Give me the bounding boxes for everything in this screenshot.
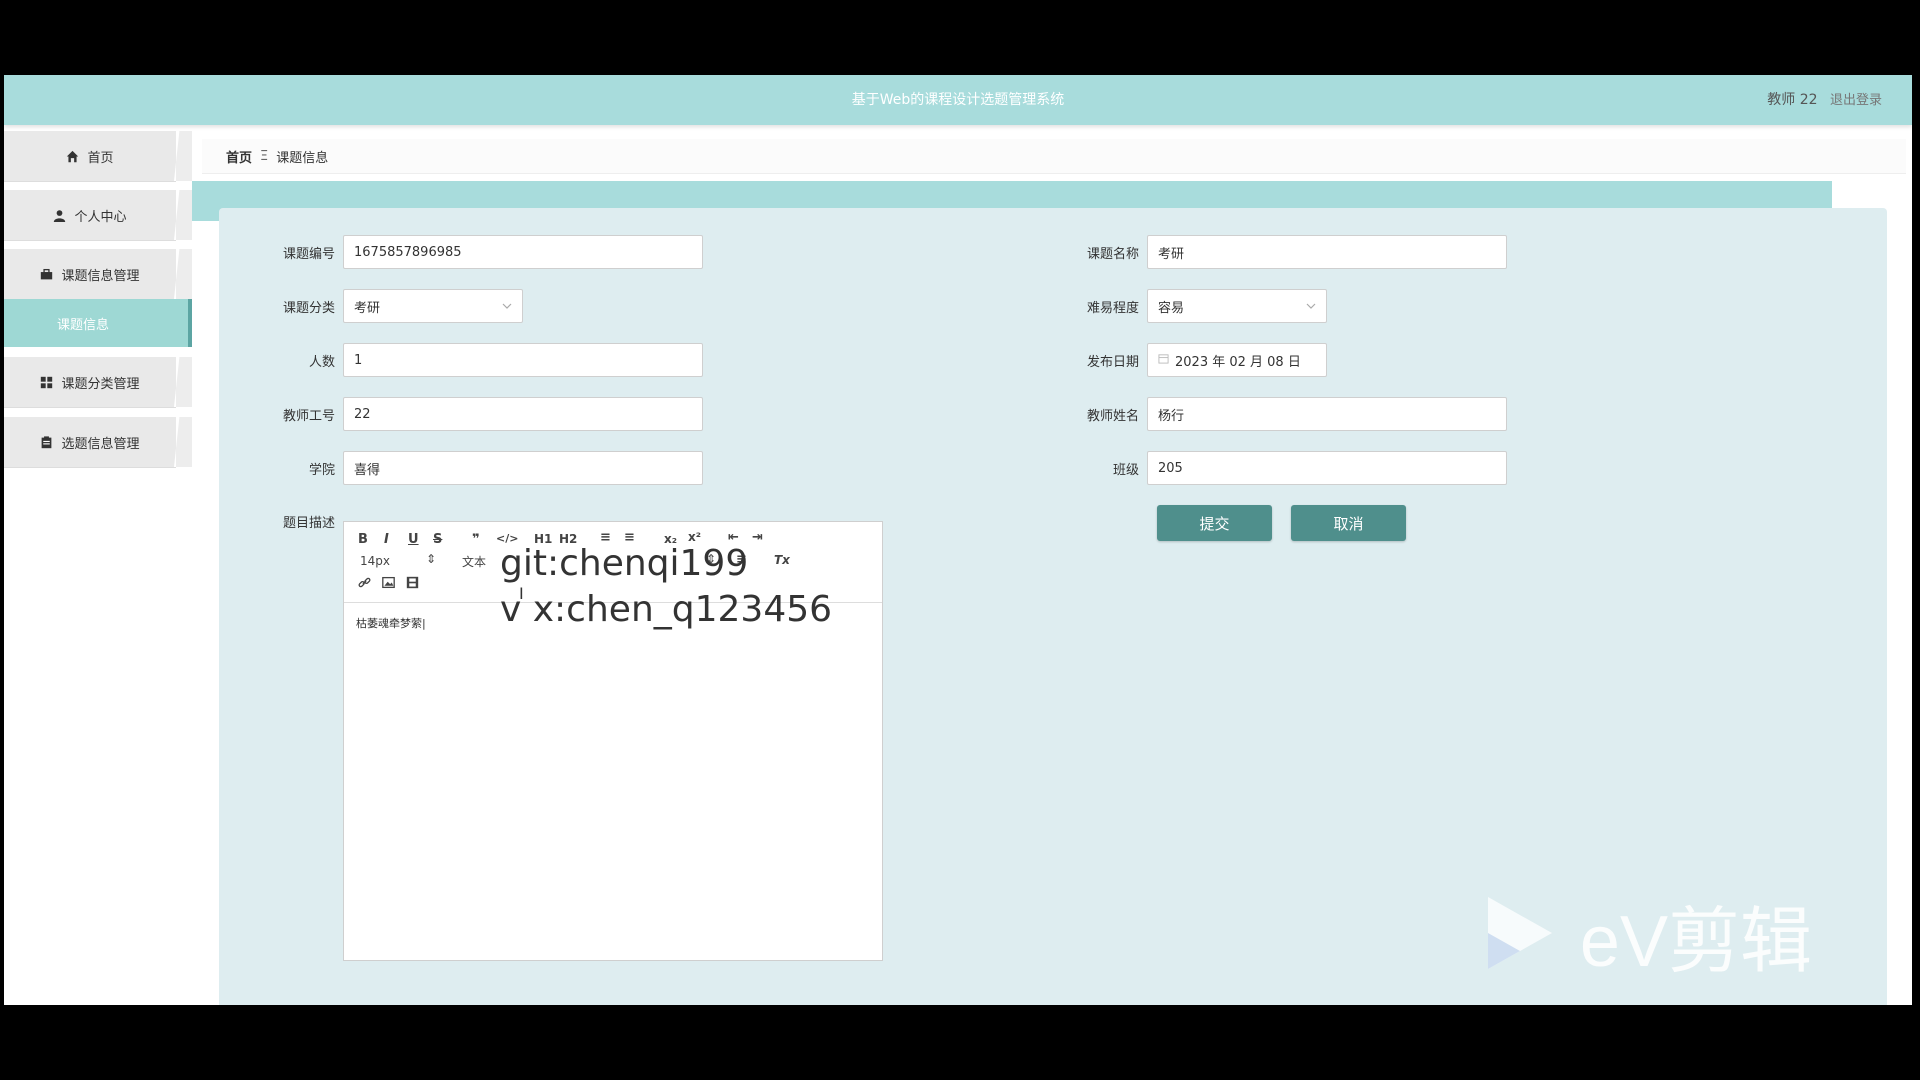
topic-id-label: 课题编号 (282, 246, 335, 262)
sidebar-item-label: 课题信息 (56, 317, 109, 333)
strike-button[interactable]: S (433, 532, 442, 547)
difficulty-select[interactable]: 容易 (1147, 289, 1327, 323)
teacher-name-label: 教师姓名 (1086, 408, 1139, 424)
topic-id-input[interactable]: 1675857896985 (343, 235, 703, 269)
overlay-git-text: git:chenqi199 (500, 543, 749, 584)
sidebar-item-selection-management[interactable]: 选题信息管理 (4, 417, 192, 468)
difficulty-label: 难易程度 (1086, 300, 1139, 316)
top-bar: 基于Web的课程设计选题管理系统 教师 22 退出登录 (4, 75, 1912, 125)
font-size-select[interactable]: 14px (360, 554, 390, 568)
class-input[interactable]: 205 (1147, 451, 1507, 485)
updown-icon: ⇕ (426, 552, 437, 566)
superscript-button[interactable]: x² (688, 530, 701, 544)
clipboard-icon (40, 435, 53, 449)
cancel-button[interactable]: 取消 (1291, 505, 1406, 541)
clear-format-button[interactable]: Tx (774, 553, 790, 567)
count-input[interactable]: 1 (343, 343, 703, 377)
category-row: 课题分类 考研 (259, 289, 523, 323)
publish-date-picker[interactable]: 2023 年 02 月 08 日 (1147, 343, 1327, 377)
teacher-id-row: 教师工号 22 (259, 397, 703, 431)
watermark: eV剪辑 (1480, 882, 1812, 987)
sidebar-item-profile[interactable]: 个人中心 (4, 190, 192, 241)
topic-name-row: 课题名称 考研 (1063, 235, 1507, 269)
breadcrumb-current: 课题信息 (276, 150, 329, 166)
sidebar: 首页 个人中心 课题信息管理 课题信息 课题分类管理 选题信息管理 (4, 131, 192, 1005)
overlay-wechat-text: v x:chen_q123456 (500, 589, 833, 630)
app-title: 基于Web的课程设计选题管理系统 (851, 92, 1065, 108)
topic-name-input[interactable]: 考研 (1147, 235, 1507, 269)
italic-button[interactable]: I (384, 532, 389, 547)
grid-icon (40, 376, 53, 389)
college-label: 学院 (308, 462, 335, 478)
count-row: 人数 1 (259, 343, 703, 377)
chevron-down-icon (502, 300, 512, 315)
category-value: 考研 (354, 300, 381, 316)
logout-link[interactable]: 退出登录 (1830, 93, 1882, 108)
sidebar-item-label: 课题分类管理 (61, 376, 140, 392)
calendar-icon (1158, 353, 1169, 368)
sidebar-item-label: 选题信息管理 (61, 436, 140, 452)
image-icon[interactable] (382, 576, 395, 592)
publish-date-row: 发布日期 2023 年 02 月 08 日 (1063, 343, 1327, 377)
sidebar-item-label: 课题信息管理 (61, 268, 140, 284)
user-icon (53, 209, 66, 222)
college-row: 学院 喜得 (259, 451, 703, 485)
app-window: 基于Web的课程设计选题管理系统 教师 22 退出登录 首页 个人中心 课题信息… (4, 75, 1912, 1005)
topic-name-label: 课题名称 (1086, 246, 1139, 262)
main-content: 首页 Ξ 课题信息 课题编号 1675857896985 课题名称 考研 课题分… (192, 131, 1912, 1005)
sidebar-item-topic-management[interactable]: 课题信息管理 (4, 249, 192, 300)
bold-button[interactable]: B (358, 532, 368, 547)
college-input[interactable]: 喜得 (343, 451, 703, 485)
submit-button[interactable]: 提交 (1157, 505, 1272, 541)
quote-button[interactable]: ❞ (472, 532, 480, 547)
description-label: 题目描述 (282, 516, 335, 531)
class-row: 班级 205 (1063, 451, 1507, 485)
briefcase-icon (40, 268, 53, 281)
breadcrumb: 首页 Ξ 课题信息 (202, 139, 1906, 174)
breadcrumb-home[interactable]: 首页 (226, 147, 252, 166)
sidebar-item-label: 个人中心 (74, 209, 127, 225)
count-label: 人数 (308, 354, 335, 370)
sidebar-item-home[interactable]: 首页 (4, 131, 192, 182)
sidebar-item-topic-info[interactable]: 课题信息 (4, 299, 192, 347)
user-area: 教师 22 退出登录 (1759, 75, 1882, 126)
chevron-down-icon (1306, 300, 1316, 315)
category-select[interactable]: 考研 (343, 289, 523, 323)
watermark-text: eV剪辑 (1579, 902, 1812, 982)
teacher-name-input[interactable]: 杨行 (1147, 397, 1507, 431)
difficulty-row: 难易程度 容易 (1063, 289, 1327, 323)
rich-text-editor: B I U S ❞ </> H1 H2 ≡ ≡ x₂ x² ⇤ ⇥ 14px ⇕ (343, 521, 883, 961)
indent-button[interactable]: ⇥ (752, 530, 763, 545)
teacher-name-row: 教师姓名 杨行 (1063, 397, 1507, 431)
class-label: 班级 (1112, 462, 1139, 478)
topic-id-row: 课题编号 1675857896985 (259, 235, 703, 269)
breadcrumb-separator: Ξ (260, 148, 269, 164)
teacher-id-input[interactable]: 22 (343, 397, 703, 431)
user-name: 教师 22 (1767, 92, 1818, 108)
sidebar-item-category-management[interactable]: 课题分类管理 (4, 357, 192, 408)
publish-date-label: 发布日期 (1086, 354, 1139, 370)
publish-date-value: 2023 年 02 月 08 日 (1175, 354, 1301, 370)
category-label: 课题分类 (282, 300, 335, 316)
link-icon[interactable] (358, 576, 371, 592)
difficulty-value: 容易 (1158, 300, 1185, 316)
underline-button[interactable]: U (408, 532, 419, 547)
sidebar-item-label: 首页 (87, 150, 114, 166)
text-style-select[interactable]: 文本 (462, 553, 486, 570)
home-icon (66, 150, 79, 163)
play-logo-icon (1480, 893, 1560, 977)
video-icon[interactable] (406, 576, 419, 592)
teacher-id-label: 教师工号 (282, 408, 335, 424)
